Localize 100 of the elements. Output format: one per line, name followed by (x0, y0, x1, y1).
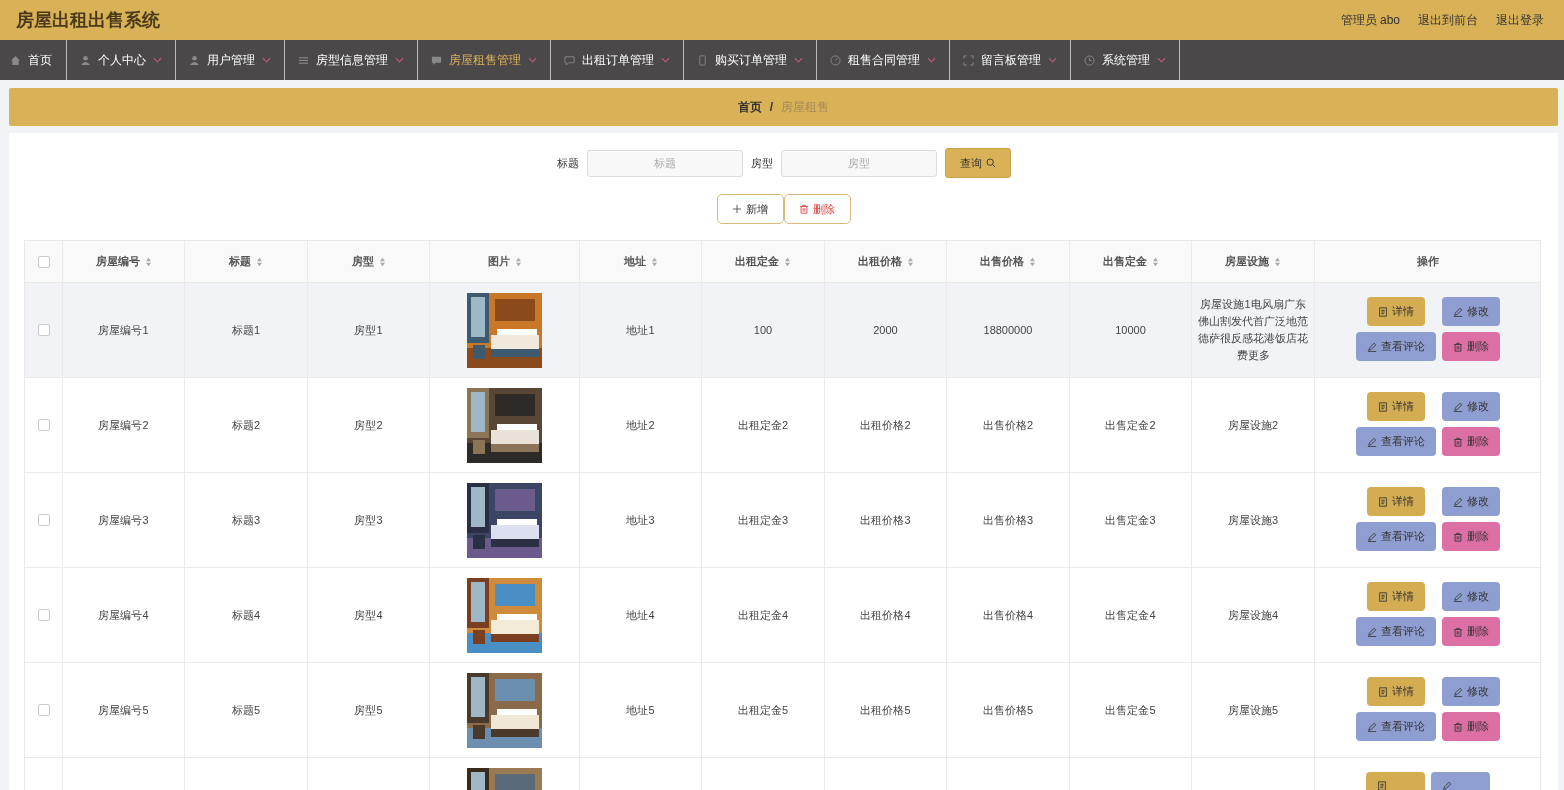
pencil-icon (1366, 436, 1377, 447)
delete-button[interactable]: 删除 (1441, 712, 1500, 741)
table-cell-text: 房型5 (354, 702, 383, 718)
column-header[interactable]: 出租定金 (735, 254, 779, 269)
nav-tab[interactable]: 系统管理 (1071, 40, 1180, 80)
table-cell-text: 10000 (1115, 322, 1146, 338)
comments-button[interactable]: 查看评论 (1355, 332, 1436, 361)
row-checkbox[interactable] (37, 514, 50, 526)
clock-icon (1084, 54, 1095, 66)
header-link[interactable]: 管理员 abo (1340, 11, 1400, 29)
detail-button[interactable]: 详情 (1366, 487, 1425, 516)
edit-button[interactable]: 修改 (1441, 297, 1500, 326)
column-header[interactable]: 房屋设施 (1225, 254, 1269, 269)
table-cell-text: 出售定金2 (1105, 417, 1156, 433)
row-checkbox[interactable] (37, 324, 50, 336)
nav-tab[interactable]: 用户管理 (176, 40, 285, 80)
edit-button[interactable]: 修改 (1441, 582, 1500, 611)
column-header[interactable]: 图片 (487, 254, 510, 269)
delete-button[interactable]: 删除 (1441, 522, 1500, 551)
document-icon (1377, 686, 1388, 697)
comments-button[interactable]: 查看评论 (1355, 712, 1436, 741)
table-cell-text: 地址3 (626, 512, 655, 528)
sort-icon[interactable] (378, 256, 386, 267)
table-cell-text: 房型2 (354, 417, 383, 433)
table-row[interactable]: 房屋编号4 标题4 房型4 地址4 出租定金4 出租价格4 出售价格4 出售定金4 房屋设施4 详情 修改 查看评论 删除 (25, 568, 1540, 663)
table-cell-text: 出租定金4 (737, 607, 789, 623)
delete-button[interactable]: 删除 (1441, 617, 1500, 646)
sort-icon[interactable] (256, 256, 263, 267)
table-cell-text: 标题5 (231, 702, 261, 718)
table-cell-text: 地址1 (626, 322, 655, 338)
search-icon (985, 158, 996, 168)
search-button[interactable]: 查询 (944, 148, 1011, 178)
breadcrumb-link[interactable]: 首页 (737, 98, 762, 116)
add-button[interactable]: 新增 (716, 194, 784, 224)
column-header: 操作 (1416, 254, 1439, 269)
trash-icon (1452, 341, 1463, 352)
nav-tab[interactable]: 个人中心 (67, 40, 176, 80)
table-cell-text: 出租价格4 (860, 607, 911, 623)
sort-icon[interactable] (784, 256, 791, 267)
edit-button[interactable]: 修改 (1441, 677, 1500, 706)
table-cell-text: 出售价格5 (982, 702, 1034, 718)
sort-icon[interactable] (1029, 256, 1036, 267)
column-header[interactable]: 房型 (351, 254, 374, 269)
nav-tab[interactable]: 留言板管理 (950, 40, 1071, 80)
search-field[interactable]: 标题 (586, 149, 743, 177)
comments-button[interactable]: 查看评论 (1355, 522, 1436, 551)
pencil-icon (1441, 781, 1452, 790)
sort-icon[interactable] (514, 256, 522, 267)
column-header[interactable]: 地址 (623, 254, 646, 269)
sort-icon[interactable] (906, 256, 914, 267)
detail-button[interactable]: 详情 (1366, 582, 1425, 611)
nav-tab[interactable]: 租售合同管理 (817, 40, 950, 80)
nav-tab[interactable]: 出租订单管理 (551, 40, 684, 80)
column-header[interactable]: 标题 (229, 254, 251, 269)
table-row[interactable]: 房屋编号1 标题1 房型1 地址1 100 2000 18800000 10000 房屋设施1电风扇广东佛山割发代首广泛地范德萨很反感花港饭店花费更多 详情 修改 查看评论 删除 (25, 283, 1540, 378)
table-cell-text: 18800000 (983, 322, 1033, 338)
sort-icon[interactable] (1151, 256, 1159, 267)
sort-icon[interactable] (650, 256, 658, 267)
nav-tab[interactable]: 购买订单管理 (684, 40, 817, 80)
detail-button[interactable]: 详情 (1366, 392, 1425, 421)
select-all-checkbox[interactable] (37, 255, 50, 268)
sort-icon[interactable] (144, 256, 152, 267)
nav-tab[interactable]: 首页 (0, 40, 67, 80)
header-link[interactable]: 退出登录 (1496, 11, 1544, 29)
table-cell-text: 出售定金3 (1105, 512, 1156, 528)
table-cell-text: 出售定金5 (1105, 702, 1156, 718)
sort-icon[interactable] (1274, 256, 1281, 267)
detail-button[interactable]: 详情 (1366, 297, 1425, 326)
table-cell-text: 出租价格2 (860, 417, 911, 433)
row-checkbox[interactable] (37, 609, 50, 621)
row-checkbox[interactable] (37, 704, 50, 716)
edit-button[interactable]: 修改 (1441, 487, 1500, 516)
table-row[interactable]: 房屋编号2 标题2 房型2 地址2 出租定金2 出租价格2 出售价格2 出售定金2 房屋设施2 详情 修改 查看评论 删除 (25, 378, 1540, 473)
comments-button[interactable]: 查看评论 (1355, 427, 1436, 456)
table-cell-text: 100 (753, 322, 773, 338)
column-header[interactable]: 出租价格 (857, 254, 902, 269)
table-cell-text: 地址5 (626, 702, 655, 718)
edit-button[interactable]: 修改 (1441, 392, 1500, 421)
comments-button[interactable]: 查看评论 (1355, 617, 1436, 646)
header-link[interactable]: 退出到前台 (1418, 11, 1478, 29)
pencil-icon (1366, 531, 1377, 542)
column-header[interactable]: 房屋编号 (95, 254, 140, 269)
pencil-icon (1366, 721, 1377, 732)
row-checkbox[interactable] (37, 419, 50, 431)
nav-tab[interactable]: 房型信息管理 (285, 40, 418, 80)
delete-button[interactable]: 删除 (783, 194, 851, 224)
detail-button[interactable]: 详情 (1366, 677, 1425, 706)
table-row[interactable]: 房屋编号3 标题3 房型3 地址3 出租定金3 出租价格3 出售价格3 出售定金3 房屋设施3 详情 修改 查看评论 删除 (25, 473, 1540, 568)
table-cell-text: 出租定金2 (737, 417, 789, 433)
search-field[interactable]: 房型 (780, 149, 937, 177)
nav-tab[interactable]: 房屋租售管理 (418, 40, 551, 80)
phone-icon (697, 54, 708, 66)
table-cell-text: 房屋设施2 (1227, 417, 1279, 433)
column-header[interactable]: 出售定金 (1102, 254, 1147, 269)
table-cell-text: 标题4 (231, 607, 261, 623)
person-icon (189, 54, 200, 66)
column-header[interactable]: 出售价格 (980, 254, 1024, 269)
table-row[interactable]: 房屋编号5 标题5 房型5 地址5 出租定金5 出租价格5 出售价格5 出售定金5 房屋设施5 详情 修改 查看评论 删除 (25, 663, 1540, 758)
delete-button[interactable]: 删除 (1441, 427, 1500, 456)
delete-button[interactable]: 删除 (1441, 332, 1500, 361)
